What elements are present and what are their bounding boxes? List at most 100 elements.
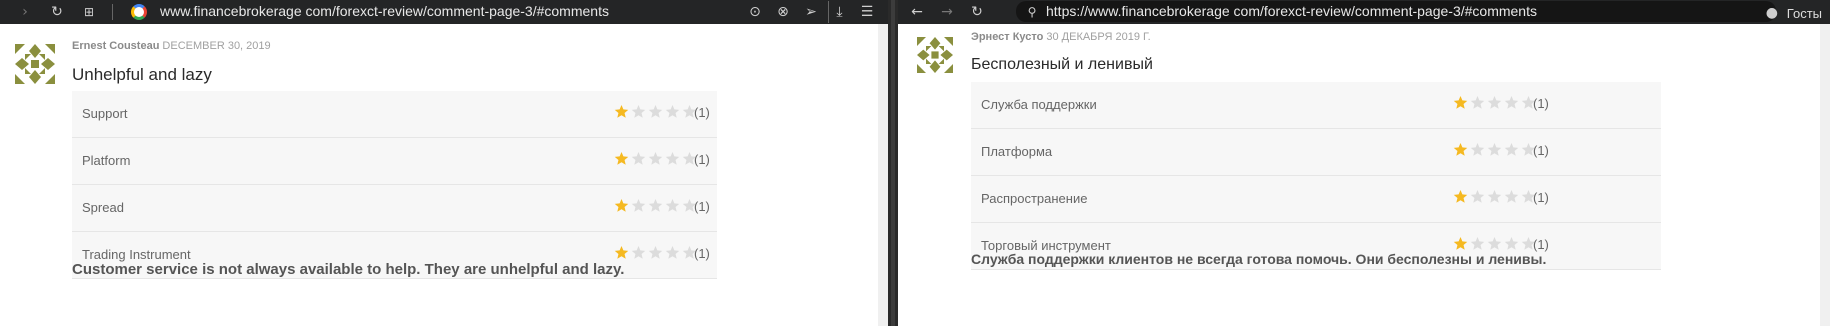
star-filled-icon [1453,95,1468,109]
star-rating [1453,142,1536,157]
star-empty-icon [631,104,646,118]
comment-body: Служба поддержки клиентов не всегда гото… [971,251,1547,267]
star-rating [614,104,697,119]
left-browser-window: › ↻ ⊞ www.financebrokerage com/forexct-r… [0,0,888,326]
avatar [15,44,55,84]
star-empty-icon [1470,142,1485,156]
ratings-table: Support (1) Platform (1) Spread (1) Trading In… [72,91,717,279]
address-bar[interactable]: https://www.financebrokerage com/forexct… [1046,3,1537,19]
star-empty-icon [648,245,663,259]
forward-icon[interactable]: › [14,1,36,23]
rating-count: (1) [1533,190,1549,205]
rating-count: (1) [694,105,710,120]
toolbar-actions: ⊙ ⊗ ➢ ⤓ ☰ [744,1,878,23]
star-empty-icon [648,151,663,165]
rating-row: Support (1) [72,91,717,138]
rating-label: Служба поддержки [981,97,1097,112]
scrollbar[interactable] [878,24,888,326]
profile-icon: ● [1765,5,1778,21]
rating-row: Распространение (1) [971,176,1661,223]
rating-row: Платформа (1) [971,129,1661,176]
star-rating [1453,236,1536,251]
ratings-table: Служба поддержки (1) Платформа (1) Распростр… [971,82,1661,270]
star-empty-icon [631,245,646,259]
reload-icon[interactable]: ↻ [966,1,988,23]
star-empty-icon [1470,189,1485,203]
star-rating [614,151,697,166]
star-rating [614,198,697,213]
rating-row: Spread (1) [72,185,717,232]
star-empty-icon [1470,236,1485,250]
star-empty-icon [1504,236,1519,250]
profile-label: Госты [1786,5,1822,21]
star-empty-icon [648,198,663,212]
google-icon [131,4,147,20]
star-filled-icon [614,104,629,118]
star-empty-icon [631,198,646,212]
camera-icon[interactable]: ⊙ [744,1,766,23]
star-empty-icon [1504,142,1519,156]
avatar [917,37,957,77]
star-empty-icon [1504,95,1519,109]
star-empty-icon [1487,236,1502,250]
star-rating [614,245,697,260]
star-filled-icon [1453,189,1468,203]
send-icon[interactable]: ➢ [800,1,822,23]
window-divider [888,0,898,326]
address-bar[interactable]: www.financebrokerage com/forexct-review/… [160,3,609,19]
menu-icon[interactable]: ☰ [856,1,878,23]
right-toolbar: ← → ↻ ⚲ https://www.financebrokerage com… [898,0,1830,24]
star-rating [1453,95,1536,110]
rating-count: (1) [694,152,710,167]
star-empty-icon [665,198,680,212]
star-empty-icon [648,104,663,118]
rating-label: Spread [82,200,124,215]
comment-author: Эрнест Кусто 30 ДЕКАБРЯ 2019 Г. [971,31,1151,43]
reload-icon[interactable]: ↻ [46,1,68,23]
rating-count: (1) [694,246,710,261]
star-empty-icon [1470,95,1485,109]
star-filled-icon [1453,236,1468,250]
rating-label: Распространение [981,191,1088,206]
back-icon[interactable]: ← [906,1,928,23]
right-browser-window: ← → ↻ ⚲ https://www.financebrokerage com… [898,0,1830,326]
star-filled-icon [614,151,629,165]
forward-icon[interactable]: → [936,1,958,23]
star-empty-icon [665,245,680,259]
star-empty-icon [1487,189,1502,203]
separator [112,4,113,20]
rating-count: (1) [1533,96,1549,111]
adblock-icon[interactable]: ⊗ [772,1,794,23]
left-toolbar: › ↻ ⊞ www.financebrokerage com/forexct-r… [0,0,888,24]
scrollbar[interactable] [1820,24,1830,326]
rating-row: Platform (1) [72,138,717,185]
star-rating [1453,189,1536,204]
star-empty-icon [665,151,680,165]
star-empty-icon [631,151,646,165]
star-filled-icon [614,198,629,212]
comment-body: Customer service is not always available… [72,261,625,278]
rating-count: (1) [1533,237,1549,252]
rating-count: (1) [1533,143,1549,158]
star-filled-icon [614,245,629,259]
rating-label: Support [82,106,128,121]
rating-row: Служба поддержки (1) [971,82,1661,129]
profile-button[interactable]: ● Госты [1761,2,1822,24]
comment-title: Unhelpful and lazy [72,65,212,84]
comment-date: 30 ДЕКАБРЯ 2019 Г. [1046,31,1151,43]
comment-title: Бесполезный и ленивый [971,56,1153,73]
rating-label: Trading Instrument [82,247,191,262]
author-name: Эрнест Кусто [971,31,1044,43]
tabs-grid-icon[interactable]: ⊞ [78,1,100,23]
star-empty-icon [1487,142,1502,156]
search-icon: ⚲ [1027,5,1037,19]
download-icon[interactable]: ⤓ [828,1,850,23]
author-name: Ernest Cousteau [72,40,160,52]
star-empty-icon [665,104,680,118]
star-empty-icon [1504,189,1519,203]
comment-author: Ernest Cousteau DECEMBER 30, 2019 [72,40,271,52]
rating-label: Platform [82,153,131,168]
rating-count: (1) [694,199,710,214]
comment-date: DECEMBER 30, 2019 [162,40,271,52]
star-empty-icon [1487,95,1502,109]
